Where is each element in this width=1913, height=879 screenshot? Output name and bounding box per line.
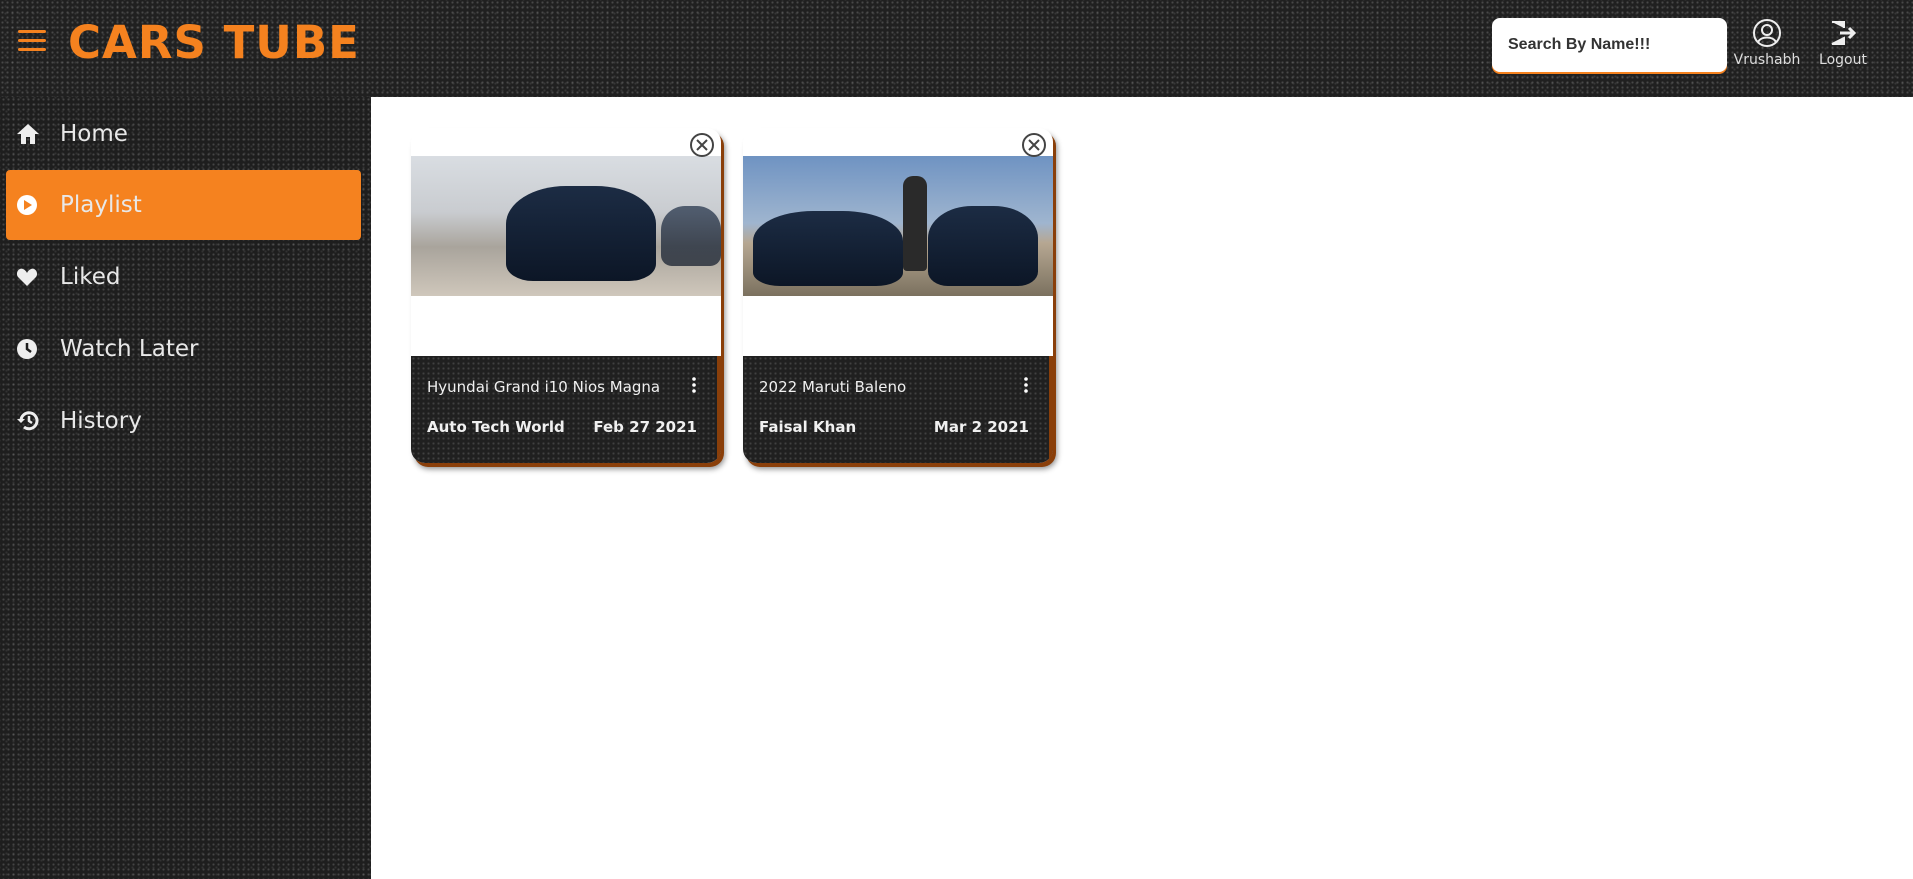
video-title[interactable]: Hyundai Grand i10 Nios Magna	[427, 378, 660, 396]
clock-icon	[6, 338, 46, 360]
logout-button[interactable]: Logout	[1808, 18, 1878, 68]
more-options-icon[interactable]	[1023, 376, 1029, 394]
upload-date: Feb 27 2021	[593, 418, 697, 436]
hamburger-menu-icon[interactable]	[18, 30, 46, 54]
video-thumbnail[interactable]	[743, 156, 1053, 296]
history-icon	[6, 410, 46, 432]
sidebar-item-playlist[interactable]: Playlist	[6, 170, 361, 240]
sidebar-item-label: Watch Later	[60, 336, 199, 362]
logout-label: Logout	[1819, 52, 1867, 68]
app-logo[interactable]: CARS TUBE	[68, 16, 360, 69]
user-profile[interactable]: Vrushabh	[1730, 18, 1804, 68]
video-card[interactable]: Hyundai Grand i10 Nios Magna Auto Tech W…	[411, 128, 721, 463]
upload-date: Mar 2 2021	[933, 418, 1029, 436]
sidebar-item-label: History	[60, 408, 142, 434]
logout-icon	[1831, 21, 1857, 45]
more-options-icon[interactable]	[691, 376, 697, 394]
video-title[interactable]: 2022 Maruti Baleno	[759, 378, 906, 396]
sidebar-item-home[interactable]: Home	[6, 99, 361, 169]
top-header: CARS TUBE Vrushabh Logout	[0, 0, 1913, 97]
video-meta: 2022 Maruti Baleno Faisal Khan Mar 2 202…	[743, 356, 1053, 463]
video-thumbnail[interactable]	[411, 156, 721, 296]
sidebar-item-label: Playlist	[60, 192, 142, 218]
user-name: Vrushabh	[1733, 52, 1801, 68]
heart-icon	[6, 267, 46, 287]
sidebar-item-label: Liked	[60, 264, 121, 290]
search-input[interactable]	[1492, 18, 1727, 72]
play-circle-icon	[6, 194, 46, 216]
sidebar: Home Playlist Liked Watch Later History	[0, 97, 371, 879]
remove-from-playlist-icon[interactable]	[1021, 132, 1047, 158]
sidebar-item-label: Home	[60, 121, 128, 147]
video-card[interactable]: 2022 Maruti Baleno Faisal Khan Mar 2 202…	[743, 128, 1053, 463]
channel-name: Auto Tech World	[427, 418, 565, 436]
sidebar-item-watch-later[interactable]: Watch Later	[6, 314, 361, 384]
sidebar-item-history[interactable]: History	[6, 386, 361, 456]
channel-name: Faisal Khan	[759, 418, 857, 436]
home-icon	[6, 123, 46, 145]
video-meta: Hyundai Grand i10 Nios Magna Auto Tech W…	[411, 356, 721, 463]
remove-from-playlist-icon[interactable]	[689, 132, 715, 158]
sidebar-item-liked[interactable]: Liked	[6, 242, 361, 312]
user-icon	[1753, 19, 1781, 47]
